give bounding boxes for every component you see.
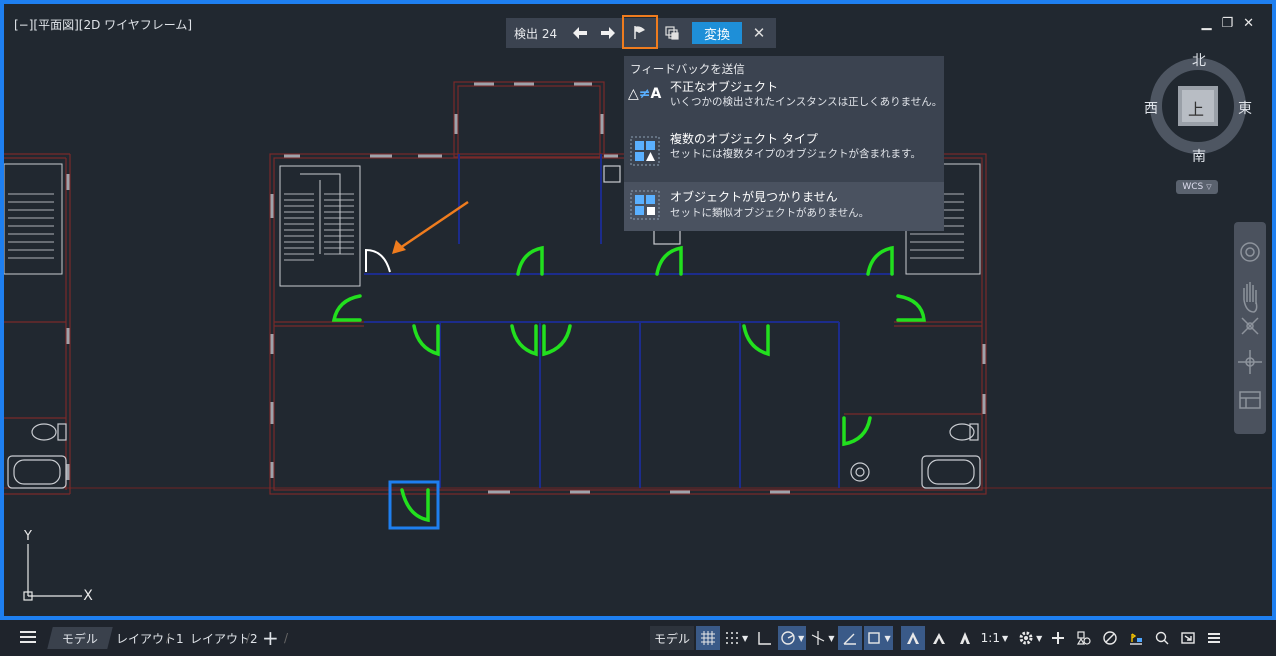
flag-icon <box>634 26 645 39</box>
detect-count-label: 検出 24 <box>514 26 558 41</box>
feedback-item-incorrect-object[interactable]: △≠A 不正なオブジェクト いくつかの検出されたインスタンスは正しくありません。 <box>624 78 944 123</box>
status-toolbar: モデル ▼ ▼ ▼ ▼ 1:1 ▼ ▼ <box>650 624 1226 652</box>
convert-button[interactable]: 変換 <box>692 22 743 44</box>
hamburger-menu-icon[interactable] <box>18 628 38 646</box>
navigation-bar <box>1234 222 1266 434</box>
viewcube[interactable]: 北 西 東 南 上 WCS ▽ <box>1142 48 1258 194</box>
tab-separator: / <box>166 631 171 645</box>
annotation-scale-icon[interactable] <box>953 626 977 650</box>
tab-separator: / <box>284 631 289 645</box>
missing-object-icon <box>630 190 660 220</box>
incorrect-object-icon: △≠A <box>628 86 662 102</box>
ucs-y-label: Y <box>23 529 32 544</box>
drawing-viewport[interactable]: Y X [−][平面図][2D ワイヤフレーム] ▁ ❐ ✕ 北 西 東 南 上… <box>0 0 1276 620</box>
compass-north[interactable]: 北 <box>1192 50 1206 70</box>
feedback-item-missing-object[interactable]: オブジェクトが見つかりません セットに類似オブジェクトがありません。 <box>624 182 944 231</box>
tab-separator: / <box>246 631 251 645</box>
chevron-down-icon[interactable]: ▼ <box>828 634 834 643</box>
polar-tracking-icon[interactable]: ▼ <box>778 626 807 650</box>
orbit-icon[interactable] <box>1238 350 1262 374</box>
feedback-item-heading: 複数のオブジェクト タイプ <box>670 132 818 146</box>
chevron-down-icon[interactable]: ▼ <box>742 634 748 643</box>
annotation-visibility-icon[interactable] <box>900 626 925 650</box>
previous-arrow-icon[interactable] <box>566 19 594 47</box>
quick-properties-icon[interactable] <box>1124 626 1148 650</box>
feedback-item-desc: いくつかの検出されたインスタンスは正しくありません。 <box>670 96 943 108</box>
chevron-down-icon: ▽ <box>1206 183 1212 191</box>
tab-label: モデル <box>62 631 99 646</box>
tab-model[interactable]: モデル <box>47 627 113 649</box>
feedback-item-desc: セットに類似オブジェクトがありません。 <box>670 207 870 219</box>
object-snap-icon[interactable]: ▼ <box>864 626 893 650</box>
annotation-scale-select[interactable]: 1:1 ▼ <box>979 626 1010 650</box>
add-layout-icon[interactable]: + <box>256 626 285 650</box>
wcs-label: WCS <box>1182 182 1204 192</box>
ortho-icon[interactable] <box>752 626 776 650</box>
restore-icon[interactable]: ❐ <box>1221 16 1233 31</box>
feedback-flag-button[interactable] <box>622 15 658 49</box>
pan-icon[interactable] <box>1243 282 1258 313</box>
bottom-status-bar: モデル レイアウト1 / レイアウト2 / + / モデル ▼ ▼ ▼ ▼ 1:… <box>0 620 1276 656</box>
detect-toolbar: 検出 24 変換 ✕ <box>506 15 776 49</box>
close-detect-icon[interactable]: ✕ <box>750 24 768 42</box>
tab-label: レイアウト1 <box>116 631 184 646</box>
find-icon[interactable] <box>1150 626 1174 650</box>
next-arrow-icon[interactable] <box>594 19 622 47</box>
viewcube-top-face[interactable]: 上 <box>1188 96 1204 120</box>
wcs-menu[interactable]: WCS ▽ <box>1176 180 1218 194</box>
feedback-item-heading: オブジェクトが見つかりません <box>670 190 838 204</box>
auto-scale-icon[interactable] <box>927 626 951 650</box>
ucs-x-label: X <box>83 588 93 604</box>
steering-wheel-icon[interactable] <box>1240 242 1260 262</box>
plus-icon[interactable] <box>1046 626 1070 650</box>
pointer-arrow <box>392 200 469 254</box>
feedback-item-heading: 不正なオブジェクト <box>670 80 779 94</box>
feedback-item-multiple-types[interactable]: 複数のオブジェクト タイプ セットには複数タイプのオブジェクトが含まれます。 <box>624 130 944 175</box>
close-icon[interactable]: ✕ <box>1243 16 1254 31</box>
zoom-icon[interactable] <box>1241 317 1259 335</box>
grid-icon[interactable] <box>696 626 721 650</box>
ucs-icon <box>23 544 82 601</box>
object-snap-tracking-icon[interactable] <box>838 626 863 650</box>
feedback-item-desc: セットには複数タイプのオブジェクトが含まれます。 <box>670 148 921 160</box>
compass-east[interactable]: 東 <box>1238 98 1252 118</box>
showmotion-icon[interactable] <box>1239 391 1261 409</box>
customization-menu-icon[interactable] <box>1202 626 1226 650</box>
chevron-down-icon[interactable]: ▼ <box>1002 634 1008 643</box>
selection-box <box>388 480 440 530</box>
select-all-icon[interactable] <box>658 19 686 47</box>
detected-doors <box>331 245 926 523</box>
chevron-down-icon[interactable]: ▼ <box>798 634 804 643</box>
fullscreen-icon[interactable] <box>1176 626 1200 650</box>
compass-south[interactable]: 南 <box>1192 146 1206 166</box>
scale-value: 1:1 <box>980 631 1000 645</box>
snap-icon[interactable]: ▼ <box>722 626 750 650</box>
viewport-window-controls: ▁ ❐ ✕ <box>1201 16 1254 31</box>
isolate-objects-icon[interactable] <box>1072 626 1096 650</box>
workspace-gear-icon[interactable]: ▼ <box>1016 626 1044 650</box>
model-space-button[interactable]: モデル <box>650 626 695 650</box>
compass-west[interactable]: 西 <box>1144 98 1158 118</box>
feedback-panel: フィードバックを送信 △≠A 不正なオブジェクト いくつかの検出されたインスタン… <box>624 56 944 231</box>
isodraft-icon[interactable]: ▼ <box>808 626 836 650</box>
multiple-types-icon <box>630 136 660 166</box>
chevron-down-icon[interactable]: ▼ <box>1036 634 1042 643</box>
minimize-icon[interactable]: ▁ <box>1201 16 1211 31</box>
selected-door <box>365 248 391 273</box>
viewport-controls-label[interactable]: [−][平面図][2D ワイヤフレーム] <box>14 16 192 33</box>
hardware-acceleration-icon[interactable] <box>1098 626 1122 650</box>
chevron-down-icon[interactable]: ▼ <box>884 634 890 643</box>
